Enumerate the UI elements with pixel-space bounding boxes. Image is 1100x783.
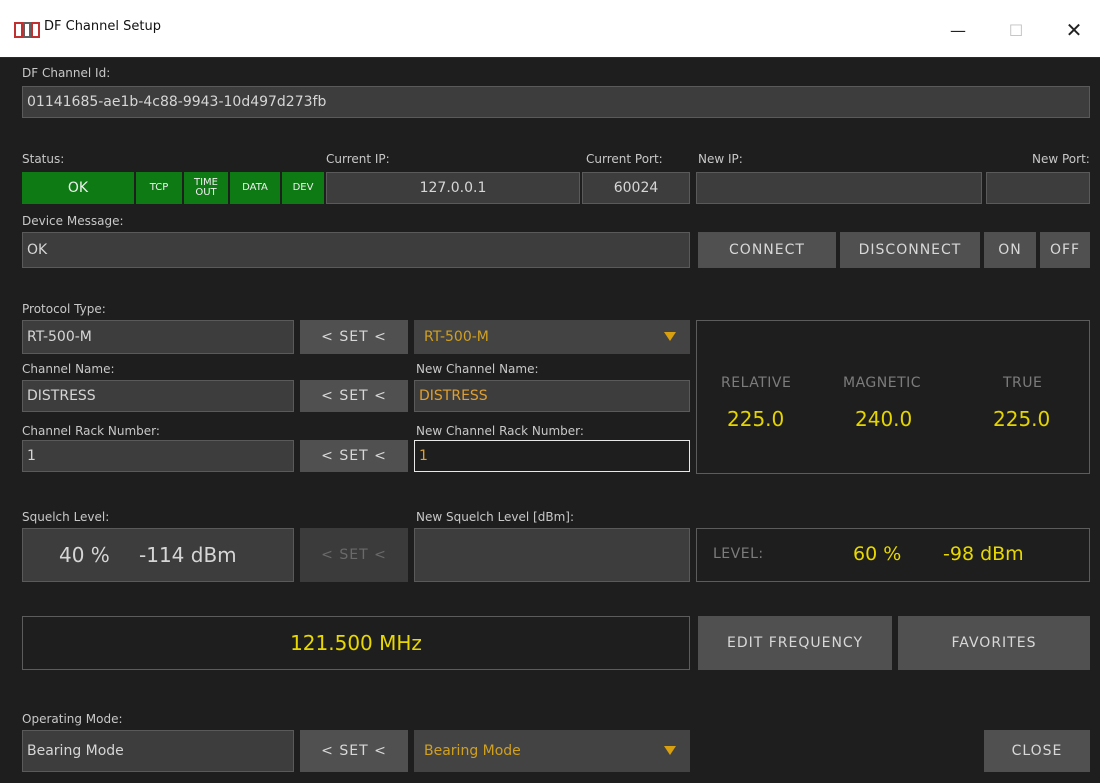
channel-id-label: DF Channel Id: xyxy=(22,66,111,80)
dropdown-arrow-icon xyxy=(664,332,676,341)
title-bar[interactable]: DF Channel Setup — ☐ ✕ xyxy=(0,0,1100,58)
true-label: TRUE xyxy=(1003,375,1043,391)
status-timeout-indicator: TIME OUT xyxy=(184,172,228,204)
favorites-button[interactable]: FAVORITES xyxy=(898,616,1090,670)
squelch-level-field: 40 % -114 dBm xyxy=(22,528,294,582)
new-channel-name-label: New Channel Name: xyxy=(416,362,539,376)
new-squelch-level-label: New Squelch Level [dBm]: xyxy=(416,510,574,524)
operating-mode-select-value: Bearing Mode xyxy=(424,743,521,759)
off-button[interactable]: OFF xyxy=(1040,232,1090,268)
connect-button[interactable]: CONNECT xyxy=(698,232,836,268)
current-ip-field: 127.0.0.1 xyxy=(326,172,580,204)
new-squelch-level-input[interactable] xyxy=(414,528,690,582)
new-port-label: New Port: xyxy=(1032,152,1090,166)
status-label: Status: xyxy=(22,152,65,166)
maximize-button[interactable]: ☐ xyxy=(994,12,1038,48)
channel-name-label: Channel Name: xyxy=(22,362,115,376)
channel-rack-number-label: Channel Rack Number: xyxy=(22,424,160,438)
new-channel-rack-number-label: New Channel Rack Number: xyxy=(416,424,584,438)
minimize-button[interactable]: — xyxy=(936,12,980,48)
set-channel-name-button[interactable]: < SET < xyxy=(300,380,408,412)
status-ok-indicator: OK xyxy=(22,172,134,204)
close-button[interactable]: CLOSE xyxy=(984,730,1090,772)
status-data-indicator: DATA xyxy=(230,172,280,204)
new-port-input[interactable] xyxy=(986,172,1090,204)
protocol-type-field: RT-500-M xyxy=(22,320,294,354)
dropdown-arrow-icon xyxy=(664,746,676,755)
status-tcp-indicator: TCP xyxy=(136,172,182,204)
close-window-button[interactable]: ✕ xyxy=(1052,12,1096,48)
true-bearing-value: 225.0 xyxy=(993,407,1051,431)
channel-id-field[interactable]: 01141685-ae1b-4c88-9943-10d497d273fb xyxy=(22,86,1090,118)
protocol-type-label: Protocol Type: xyxy=(22,302,106,316)
protocol-type-select[interactable]: RT-500-M xyxy=(414,320,690,354)
new-channel-name-input[interactable]: DISTRESS xyxy=(414,380,690,412)
squelch-level-label: Squelch Level: xyxy=(22,510,110,524)
operating-mode-field: Bearing Mode xyxy=(22,730,294,772)
set-operating-mode-button[interactable]: < SET < xyxy=(300,730,408,772)
current-port-label: Current Port: xyxy=(586,152,663,166)
level-percent: 60 % xyxy=(853,543,902,565)
squelch-percent: 40 % xyxy=(59,543,110,567)
app-icon xyxy=(14,22,40,38)
set-squelch-button[interactable]: < SET < xyxy=(300,528,408,582)
operating-mode-select[interactable]: Bearing Mode xyxy=(414,730,690,772)
current-port-field: 60024 xyxy=(582,172,690,204)
window-title: DF Channel Setup xyxy=(44,19,161,34)
operating-mode-label: Operating Mode: xyxy=(22,712,123,726)
channel-name-field: DISTRESS xyxy=(22,380,294,412)
edit-frequency-button[interactable]: EDIT FREQUENCY xyxy=(698,616,892,670)
protocol-type-select-value: RT-500-M xyxy=(424,329,489,345)
current-ip-label: Current IP: xyxy=(326,152,390,166)
new-ip-label: New IP: xyxy=(698,152,743,166)
frequency-value: 121.500 MHz xyxy=(290,631,422,655)
level-panel: LEVEL: 60 % -98 dBm xyxy=(696,528,1090,582)
status-dev-indicator: DEV xyxy=(282,172,324,204)
new-ip-input[interactable] xyxy=(696,172,982,204)
disconnect-button[interactable]: DISCONNECT xyxy=(840,232,980,268)
device-message-field: OK xyxy=(22,232,690,268)
magnetic-label: MAGNETIC xyxy=(843,375,922,391)
squelch-dbm: -114 dBm xyxy=(139,543,237,567)
relative-label: RELATIVE xyxy=(721,375,792,391)
on-button[interactable]: ON xyxy=(984,232,1036,268)
device-message-label: Device Message: xyxy=(22,214,124,228)
level-label: LEVEL: xyxy=(713,546,764,562)
channel-rack-number-field: 1 xyxy=(22,440,294,472)
level-dbm: -98 dBm xyxy=(943,543,1024,565)
frequency-display: 121.500 MHz xyxy=(22,616,690,670)
set-rack-number-button[interactable]: < SET < xyxy=(300,440,408,472)
new-channel-rack-number-input[interactable]: 1 xyxy=(414,440,690,472)
set-protocol-button[interactable]: < SET < xyxy=(300,320,408,354)
bearing-panel: RELATIVE MAGNETIC TRUE 225.0 240.0 225.0 xyxy=(696,320,1090,474)
relative-bearing-value: 225.0 xyxy=(727,407,785,431)
magnetic-bearing-value: 240.0 xyxy=(855,407,913,431)
